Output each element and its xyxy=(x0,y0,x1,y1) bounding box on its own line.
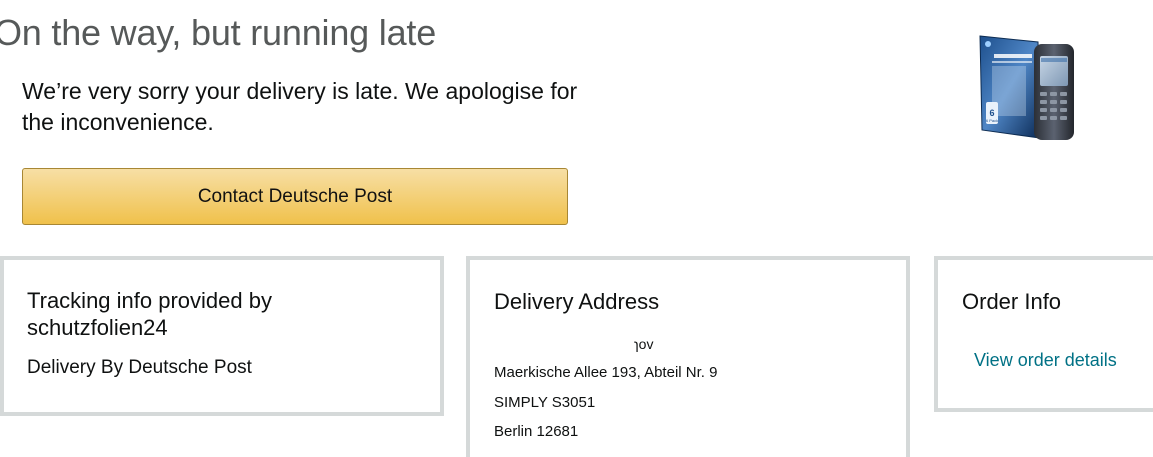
address-street: Maerkische Allee 193, Abteil Nr. 9 xyxy=(494,364,718,381)
address-city: Berlin 12681 xyxy=(494,423,579,440)
address-name: ɿov xyxy=(634,336,654,352)
svg-text:6: 6 xyxy=(989,108,994,118)
delivery-address-card: Delivery Address ɿov Maerkische Allee 19… xyxy=(466,256,910,457)
order-info-card: Order Info View order details xyxy=(934,256,1153,412)
order-heading: Order Info xyxy=(962,289,1062,314)
status-title: On the way, but running late xyxy=(0,12,437,53)
tracking-heading: Tracking info provided by schutzfolien24 xyxy=(27,288,272,340)
pack-label: 6 Pack xyxy=(986,118,998,123)
screen-protector-and-phone-product-icon: 6 6 Pack xyxy=(979,35,1074,140)
delivery-status-page: On the way, but running late We’re very … xyxy=(0,0,1153,457)
address-heading: Delivery Address xyxy=(494,289,660,314)
view-order-details-link[interactable]: View order details xyxy=(974,350,1117,371)
contact-carrier-button[interactable]: Contact Deutsche Post xyxy=(22,168,568,225)
tracking-info-card: Tracking info provided by schutzfolien24… xyxy=(0,256,444,416)
carrier-text: Delivery By Deutsche Post xyxy=(27,357,252,378)
apology-message: We’re very sorry your delivery is late. … xyxy=(22,78,578,135)
product-thumbnail[interactable]: 6 6 Pack xyxy=(978,34,1082,144)
address-company: SIMPLY S3051 xyxy=(494,394,596,411)
